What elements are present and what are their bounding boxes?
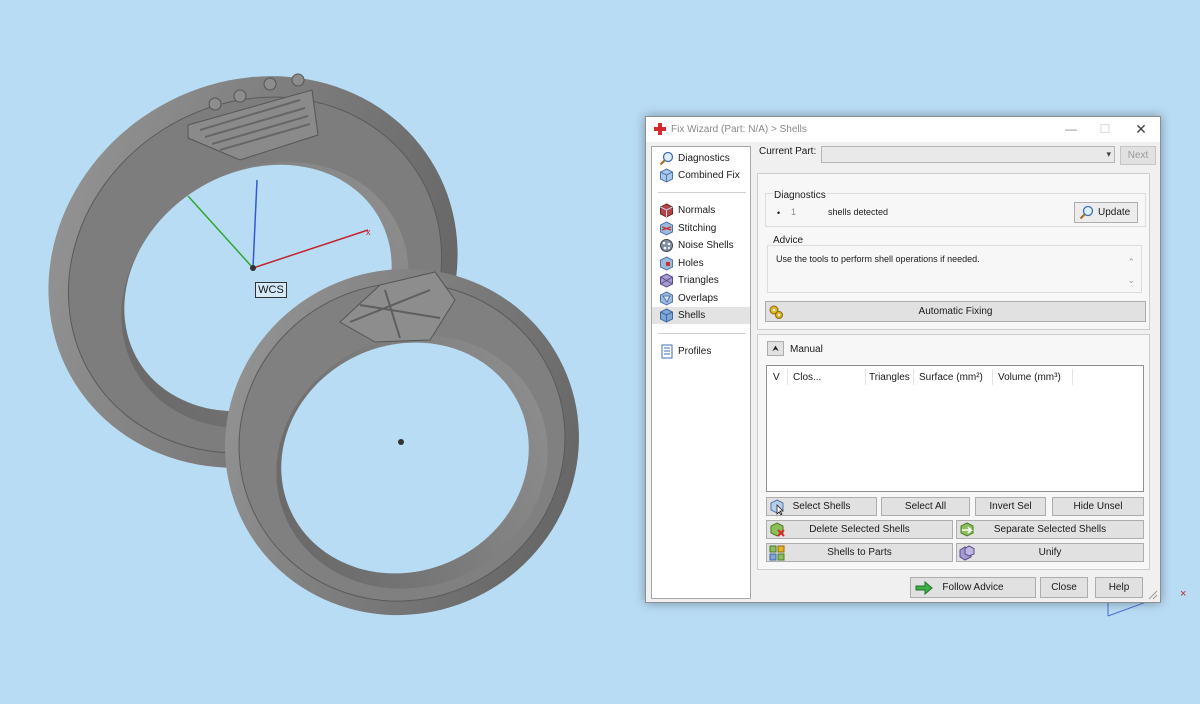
follow-advice-label: Follow Advice [942, 582, 1004, 593]
nav-item-holes[interactable]: Holes [652, 255, 750, 272]
automatic-fixing-button[interactable]: Automatic Fixing [765, 301, 1146, 322]
select-shells-button[interactable]: Select Shells [766, 497, 877, 516]
automatic-fixing-label: Automatic Fixing [918, 306, 993, 317]
holes-icon [660, 256, 673, 271]
select-all-button[interactable]: Select All [881, 497, 970, 516]
separate-selected-label: Separate Selected Shells [993, 524, 1107, 535]
red-cross-icon [654, 123, 666, 135]
svg-text:x: x [366, 227, 371, 237]
shells-to-parts-button[interactable]: Shells to Parts [766, 543, 953, 562]
close-button[interactable]: Close [1040, 577, 1088, 598]
advice-box: Use the tools to perform shell operation… [767, 245, 1142, 293]
column-separator [1072, 369, 1073, 385]
nav-label: Profiles [678, 346, 712, 357]
diagnostics-title: Diagnostics [773, 190, 827, 201]
window-title: Fix Wizard (Part: N/A) > Shells [671, 124, 807, 135]
cube-icon [660, 168, 673, 183]
unify-icon [959, 545, 975, 561]
triangles-icon [660, 273, 673, 288]
manual-title: Manual [790, 344, 823, 355]
shells-icon [660, 308, 673, 323]
close-window-button[interactable]: ✕ [1128, 121, 1154, 138]
shells-detected-text: shells detected [828, 207, 889, 217]
unify-button[interactable]: Unify [956, 543, 1144, 562]
column-header-surface[interactable]: Surface (mm²) [919, 372, 983, 383]
delete-selected-label: Delete Selected Shells [809, 524, 910, 535]
normals-icon [660, 203, 673, 218]
diagnostics-bullet: • [777, 208, 781, 218]
stitching-icon [660, 221, 673, 236]
nav-label: Shells [678, 310, 706, 321]
follow-advice-button[interactable]: Follow Advice [910, 577, 1036, 598]
nav-label: Combined Fix [678, 170, 740, 181]
magnifier-icon [1079, 205, 1094, 220]
hide-unsel-button[interactable]: Hide Unsel [1052, 497, 1144, 516]
nav-item-combined-fix[interactable]: Combined Fix [652, 167, 750, 184]
shells-to-parts-label: Shells to Parts [827, 547, 892, 558]
delete-shells-icon [770, 522, 785, 537]
column-separator [787, 369, 788, 385]
svg-text:×: × [1180, 588, 1186, 600]
wcs-label: WCS [255, 282, 287, 298]
magnifier-icon [659, 151, 674, 166]
column-header-closed[interactable]: Clos... [793, 372, 821, 383]
nav-label: Noise Shells [678, 240, 734, 251]
nav-item-triangles[interactable]: Triangles [652, 272, 750, 289]
overlaps-icon [660, 291, 673, 306]
nav-label: Holes [678, 258, 704, 269]
nav-label: Triangles [678, 275, 719, 286]
nav-item-stitching[interactable]: Stitching [652, 220, 750, 237]
nav-item-profiles[interactable]: Profiles [652, 343, 750, 360]
nav-item-diagnostics[interactable]: Diagnostics [652, 150, 750, 167]
help-button[interactable]: Help [1095, 577, 1143, 598]
column-separator [992, 369, 993, 385]
nav-label: Stitching [678, 223, 717, 234]
nav-label: Overlaps [678, 293, 719, 304]
shells-to-parts-icon [769, 545, 785, 561]
nav-item-shells[interactable]: Shells [652, 307, 750, 324]
nav-divider [658, 192, 746, 193]
nav-item-noise-shells[interactable]: Noise Shells [652, 237, 750, 254]
nav-item-overlaps[interactable]: Overlaps [652, 290, 750, 307]
collapse-manual-button[interactable]: ⮝ [767, 341, 784, 356]
advice-text: Use the tools to perform shell operation… [776, 254, 980, 264]
invert-sel-button[interactable]: Invert Sel [975, 497, 1046, 516]
next-button[interactable]: Next [1120, 146, 1156, 165]
separate-shells-icon [960, 522, 974, 537]
delete-selected-shells-button[interactable]: Delete Selected Shells [766, 520, 953, 539]
column-header-triangles[interactable]: Triangles [869, 372, 910, 383]
nav-item-normals[interactable]: Normals [652, 202, 750, 219]
update-button[interactable]: Update [1074, 202, 1138, 223]
minimize-button[interactable]: — [1058, 121, 1084, 138]
separate-selected-shells-button[interactable]: Separate Selected Shells [956, 520, 1144, 539]
noise-shells-icon [660, 239, 673, 252]
column-header-volume[interactable]: Volume (mm³) [998, 372, 1061, 383]
resize-grip-icon[interactable] [1148, 590, 1158, 600]
advice-scrollbar[interactable]: ⌃ ⌄ [1127, 253, 1135, 289]
shells-table[interactable]: V Clos... Triangles Surface (mm²) Volume… [766, 365, 1144, 492]
fix-wizard-dialog: Fix Wizard (Part: N/A) > Shells — ☐ ✕ Di… [645, 116, 1161, 603]
maximize-button[interactable]: ☐ [1092, 121, 1118, 138]
select-shells-label: Select Shells [792, 501, 851, 512]
nav-divider [658, 333, 746, 334]
current-part-select[interactable]: ▾ [821, 146, 1115, 163]
arrow-right-icon [915, 581, 933, 595]
wizard-nav: Diagnostics Combined Fix Normals Stitchi… [651, 146, 751, 599]
column-header-v[interactable]: V [773, 372, 780, 383]
column-separator [865, 369, 866, 385]
gears-icon [769, 305, 783, 319]
unify-label: Unify [1038, 547, 1062, 558]
chevron-down-icon: ▾ [1106, 149, 1111, 159]
nav-label: Normals [678, 205, 716, 216]
update-label: Update [1098, 207, 1131, 218]
current-part-label: Current Part: [759, 146, 817, 157]
nav-label: Diagnostics [678, 153, 730, 164]
shell-count: 1 [791, 207, 797, 217]
select-shells-icon [770, 499, 784, 515]
titlebar[interactable]: Fix Wizard (Part: N/A) > Shells — ☐ ✕ [646, 117, 1160, 142]
profiles-icon [661, 344, 673, 359]
column-separator [913, 369, 914, 385]
